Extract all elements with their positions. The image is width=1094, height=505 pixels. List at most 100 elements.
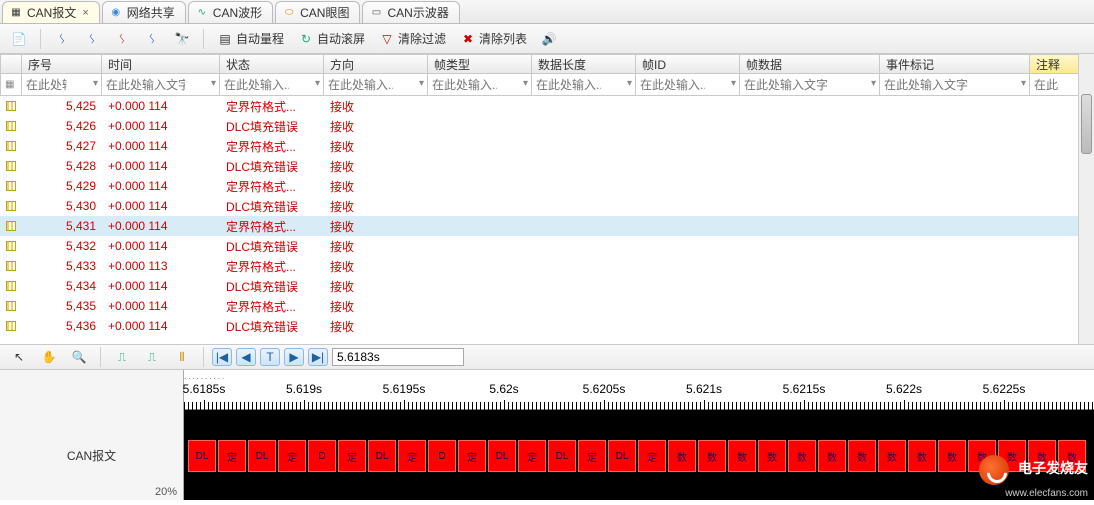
filter-input[interactable] [884,78,995,92]
frame-block[interactable]: DL [248,440,276,472]
sound-button[interactable]: 🔊 [536,28,562,50]
funnel-icon[interactable]: ▾ [1021,78,1026,89]
col-dir[interactable]: 方向 [324,54,428,74]
col-frame-type[interactable]: 帧类型 [428,54,532,74]
clear-list-button[interactable]: ✖清除列表 [455,28,532,50]
frame-block[interactable]: 数 [1028,440,1056,472]
nav-first[interactable]: |◀ [212,348,232,366]
marker-tool-1[interactable]: ⎍ [109,346,135,368]
track-label[interactable]: CAN报文 20% [0,410,184,500]
filter-fdata[interactable]: ▾ [740,74,880,96]
table-row[interactable]: 5,433+0.000 113定界符格式...接收 [0,256,1094,276]
frame-block[interactable]: 定 [398,440,426,472]
funnel-icon[interactable]: ▾ [211,78,216,89]
funnel-icon[interactable]: ▾ [315,78,320,89]
filter-input[interactable] [106,78,185,92]
filter-input[interactable] [432,78,497,92]
frame-block[interactable]: 数 [788,440,816,472]
tab-can-eye[interactable]: ⬭ CAN眼图 [275,1,360,23]
table-row[interactable]: 5,429+0.000 114定界符格式...接收 [0,176,1094,196]
filter-seq[interactable]: ▾ [22,74,102,96]
frame-block[interactable]: 定 [458,440,486,472]
zoom-tool[interactable]: 🔍 [66,346,92,368]
close-icon[interactable]: × [82,7,88,19]
frame-block[interactable]: 数 [668,440,696,472]
frame-block[interactable]: 定 [278,440,306,472]
clear-filter-button[interactable]: ▽清除过滤 [374,28,451,50]
auto-scroll-button[interactable]: ↻自动滚屏 [293,28,370,50]
frame-block[interactable]: 数 [1058,440,1086,472]
grid-body[interactable]: 5,425+0.000 114定界符格式...接收5,426+0.000 114… [0,96,1094,344]
table-row[interactable]: 5,434+0.000 114DLC填充错误接收 [0,276,1094,296]
funnel-icon[interactable]: ▾ [627,78,632,89]
col-event-mark[interactable]: 事件标记 [880,54,1030,74]
filter-state[interactable]: ▾ [220,74,324,96]
nav-last[interactable]: ▶| [308,348,328,366]
frame-block[interactable]: 数 [818,440,846,472]
table-row[interactable]: 5,436+0.000 114DLC填充错误接收 [0,316,1094,336]
frame-block[interactable]: 定 [338,440,366,472]
nav-center[interactable]: T [260,348,280,366]
tool-button-4[interactable]: ᛊ [139,28,165,50]
frame-block[interactable]: 定 [638,440,666,472]
funnel-icon[interactable]: ▾ [93,78,98,89]
ruler[interactable]: .......... 5.6185s5.619s5.6195s5.62s5.62… [0,370,1094,410]
frame-block[interactable]: 数 [848,440,876,472]
bars-tool[interactable]: ⦀ [169,346,195,368]
table-row[interactable]: 5,426+0.000 114DLC填充错误接收 [0,116,1094,136]
filter-event[interactable]: ▾ [880,74,1030,96]
frame-block[interactable]: 数 [938,440,966,472]
auto-range-button[interactable]: ▤自动量程 [212,28,289,50]
col-frame-id[interactable]: 帧ID [636,54,740,74]
funnel-icon[interactable]: ▾ [419,78,424,89]
filter-dir[interactable]: ▾ [324,74,428,96]
table-row[interactable]: 5,427+0.000 114定界符格式...接收 [0,136,1094,156]
tool-button-2[interactable]: ᛊ [79,28,105,50]
nav-next[interactable]: ▶ [284,348,304,366]
table-row[interactable]: 5,431+0.000 114定界符格式...接收 [0,216,1094,236]
tab-can-wave[interactable]: ∿ CAN波形 [188,1,273,23]
col-frame-data[interactable]: 帧数据 [740,54,880,74]
frame-block[interactable]: DL [548,440,576,472]
filter-input[interactable] [224,78,289,92]
frame-block[interactable]: DL [608,440,636,472]
col-state[interactable]: 状态 [220,54,324,74]
frame-block[interactable]: 数 [878,440,906,472]
ruler-scale[interactable]: 5.6185s5.619s5.6195s5.62s5.6205s5.621s5.… [184,370,1094,410]
filter-time[interactable]: ▾ [102,74,220,96]
table-row[interactable]: 5,432+0.000 114DLC填充错误接收 [0,236,1094,256]
frame-block[interactable]: DL [488,440,516,472]
frame-block[interactable]: D [308,440,336,472]
filter-input[interactable] [328,78,393,92]
filter-fid[interactable]: ▾ [636,74,740,96]
funnel-icon[interactable]: ▾ [731,78,736,89]
col-data-len[interactable]: 数据长度 [532,54,636,74]
frame-block[interactable]: DL [188,440,216,472]
table-row[interactable]: 5,430+0.000 114DLC填充错误接收 [0,196,1094,216]
time-input[interactable] [332,348,464,366]
nav-prev[interactable]: ◀ [236,348,256,366]
filter-input[interactable] [1034,78,1059,92]
col-time[interactable]: 时间 [102,54,220,74]
frame-block[interactable]: 定 [218,440,246,472]
col-icon[interactable] [0,54,22,74]
tab-network-share[interactable]: ◉ 网络共享 [102,1,186,23]
frame-block[interactable]: 定 [578,440,606,472]
tool-button-1[interactable]: ᛊ [49,28,75,50]
tab-can-message[interactable]: ▦ CAN报文 × [2,1,100,23]
filter-dlen[interactable]: ▾ [532,74,636,96]
filter-input[interactable] [640,78,705,92]
frame-block[interactable]: 数 [968,440,996,472]
frame-block[interactable]: 数 [908,440,936,472]
funnel-icon[interactable]: ▾ [523,78,528,89]
track[interactable]: DL定DL定D定DL定D定DL定DL定DL定数数数数数数数数数数数数数数 [184,410,1094,500]
frame-block[interactable]: 数 [758,440,786,472]
hand-tool[interactable]: ✋ [36,346,62,368]
vertical-scrollbar[interactable] [1078,54,1094,344]
tab-can-scope[interactable]: ▭ CAN示波器 [362,1,459,23]
frame-block[interactable]: D [428,440,456,472]
table-row[interactable]: 5,435+0.000 114定界符格式...接收 [0,296,1094,316]
copy-button[interactable]: 📄 [6,28,32,50]
frame-block[interactable]: 数 [698,440,726,472]
tool-button-3[interactable]: ᛊ [109,28,135,50]
